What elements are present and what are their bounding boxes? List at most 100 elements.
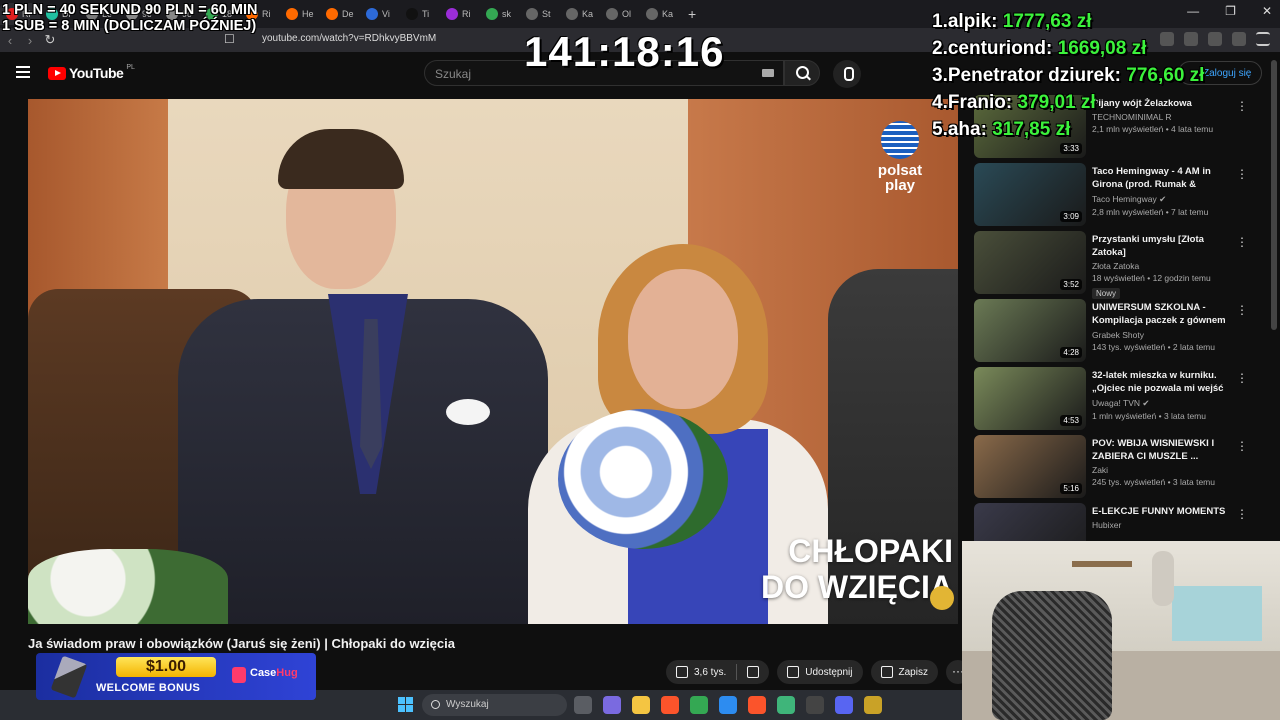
back-icon[interactable]: ‹ — [0, 33, 20, 48]
browser-tab[interactable]: Ka — [560, 3, 600, 25]
bookmark-icon[interactable]: ☐ — [224, 32, 235, 46]
channel-name[interactable]: Uwaga! TVN — [1092, 398, 1140, 408]
tab-label: Ri — [262, 9, 271, 19]
chrome-icon[interactable] — [690, 696, 708, 714]
video-title: Ja świadom praw i obowiązków (Jaruś się … — [28, 636, 455, 651]
recommended-video-title[interactable]: POV: WBIJA WISNIEWSKI I ZABIERA CI MUSZL… — [1092, 437, 1232, 463]
share-button[interactable]: Udostępnij — [777, 660, 863, 684]
browser-tab[interactable]: Ol — [600, 3, 640, 25]
kebab-menu-icon[interactable]: ⋮ — [1236, 303, 1248, 317]
recommended-video[interactable]: 3:52 Przystanki umysłu [Złota Zatoka] Złot… — [974, 231, 1254, 299]
file-explorer-icon[interactable] — [632, 696, 650, 714]
view-count: 2,8 mln wyświetleń • 7 lat temu — [1092, 207, 1209, 217]
recommended-video[interactable]: 5:16 POV: WBIJA WISNIEWSKI I ZABIERA CI M… — [974, 435, 1254, 499]
browser-tab[interactable]: He — [280, 3, 320, 25]
kebab-menu-icon[interactable]: ⋮ — [1236, 99, 1248, 113]
video-thumbnail[interactable] — [974, 503, 1086, 541]
recommended-video-title[interactable]: E-LEKCJE FUNNY MOMENTS — [1092, 505, 1232, 518]
kebab-menu-icon[interactable]: ⋮ — [1236, 167, 1248, 181]
voice-search-button[interactable] — [833, 60, 861, 88]
video-meta: E-LEKCJE FUNNY MOMENTS Hubixer — [1092, 505, 1232, 530]
browser-tab[interactable]: St — [520, 3, 560, 25]
browser-tab[interactable]: Ri — [440, 3, 480, 25]
recommended-video[interactable]: 3:09 Taco Hemingway - 4 AM in Girona (pro… — [974, 163, 1254, 227]
leaderboard-row: 1.alpik: 1777,63 zł — [932, 8, 1204, 35]
recommended-video[interactable]: 4:53 32-latek mieszka w kurniku. „Ojciec … — [974, 367, 1254, 431]
youtube-logo[interactable]: YouTube PL — [48, 64, 135, 81]
channel-row: Zaki — [1092, 465, 1232, 475]
channel-name[interactable]: Hubixer — [1092, 520, 1121, 530]
tab-label: Ka — [662, 9, 674, 19]
show-title-overlay: CHŁOPAKI DO WZIĘCIA — [733, 533, 953, 605]
store-icon[interactable] — [719, 696, 737, 714]
like-count: 3,6 tys. — [694, 666, 727, 678]
search-button[interactable] — [784, 60, 820, 86]
new-tab-button[interactable]: + — [688, 6, 696, 22]
windows-start-icon[interactable] — [398, 697, 413, 712]
app-icon[interactable] — [864, 696, 882, 714]
channel-name[interactable]: Taco Hemingway — [1092, 194, 1157, 204]
ad-banner[interactable]: $1.00 WELCOME BONUS CaseHug — [36, 653, 316, 700]
url-field[interactable]: youtube.com/watch?v=RDhkvyBBVmM — [262, 33, 436, 44]
kebab-menu-icon[interactable]: ⋮ — [1236, 439, 1248, 453]
donation-rules-overlay: 1 PLN = 40 SEKUND 90 PLN = 60 MIN 1 SUB … — [2, 2, 257, 34]
channel-name[interactable]: Zaki — [1092, 465, 1108, 475]
extension-icon[interactable] — [1208, 32, 1222, 46]
video-thumbnail[interactable]: 4:28 — [974, 299, 1086, 362]
recommended-video[interactable]: E-LEKCJE FUNNY MOMENTS Hubixer ⋮ — [974, 503, 1254, 541]
video-actions: 3,6 tys. Udostępnij Zapisz ··· — [666, 660, 970, 684]
recommended-video-title[interactable]: UNIWERSUM SZKOLNA - Kompilacja paczek z … — [1092, 301, 1232, 328]
recommended-video-title[interactable]: Przystanki umysłu [Złota Zatoka] — [1092, 233, 1232, 259]
kebab-menu-icon[interactable]: ⋮ — [1236, 507, 1248, 521]
channel-watermark: polsat play — [870, 121, 930, 193]
extension-icon[interactable] — [1232, 32, 1246, 46]
video-duration: 4:53 — [1060, 415, 1082, 426]
scene-boutonniere — [446, 399, 490, 425]
video-thumbnail[interactable]: 4:53 — [974, 367, 1086, 430]
notes-icon[interactable] — [777, 696, 795, 714]
forward-icon[interactable]: › — [20, 33, 40, 48]
webcam-overlay — [962, 541, 1280, 720]
browser-tab[interactable]: De — [320, 3, 360, 25]
reload-icon[interactable]: ↻ — [40, 32, 60, 48]
video-thumbnail[interactable]: 3:52 — [974, 231, 1086, 294]
brave-active-icon[interactable] — [748, 696, 766, 714]
tab-favicon-icon — [446, 8, 458, 20]
channel-row: Hubixer — [1092, 520, 1232, 530]
ad-brand: CaseHug — [250, 667, 298, 679]
save-button[interactable]: Zapisz — [870, 660, 938, 684]
keyboard-icon[interactable] — [762, 69, 774, 77]
copilot-icon[interactable] — [603, 696, 621, 714]
brave-icon[interactable] — [661, 696, 679, 714]
recommended-video[interactable]: 4:28 UNIWERSUM SZKOLNA - Kompilacja pacze… — [974, 299, 1254, 363]
browser-tab[interactable]: Ka — [640, 3, 680, 25]
donor-name: 4.Franio: — [932, 92, 1013, 113]
hamburger-menu-icon[interactable] — [16, 66, 30, 78]
channel-name[interactable]: Złota Zatoka — [1092, 261, 1139, 271]
browser-tab[interactable]: sk — [480, 3, 520, 25]
kebab-menu-icon[interactable]: ⋮ — [1236, 235, 1248, 249]
donation-amount: 379,01 zł — [1017, 92, 1096, 113]
video-thumbnail[interactable]: 3:09 — [974, 163, 1086, 226]
dislike-button[interactable] — [737, 660, 769, 684]
maximize-icon[interactable]: ❐ — [1225, 4, 1236, 18]
page-scrollbar[interactable] — [1271, 60, 1277, 330]
discord-icon[interactable] — [835, 696, 853, 714]
video-meta: Przystanki umysłu [Złota Zatoka] Złota Za… — [1092, 233, 1232, 301]
task-view-icon[interactable] — [574, 696, 592, 714]
recommended-video-title[interactable]: 32-latek mieszka w kurniku. „Ojciec nie … — [1092, 369, 1232, 396]
video-player[interactable]: polsat play CHŁOPAKI DO WZIĘCIA — [28, 99, 958, 624]
channel-name[interactable]: Grabek Shoty — [1092, 330, 1144, 340]
recommended-video-title[interactable]: Taco Hemingway - 4 AM in Girona (prod. R… — [1092, 165, 1232, 192]
like-button[interactable]: 3,6 tys. — [666, 660, 736, 684]
video-meta: UNIWERSUM SZKOLNA - Kompilacja paczek z … — [1092, 301, 1232, 352]
kebab-menu-icon[interactable]: ⋮ — [1236, 371, 1248, 385]
obs-icon[interactable] — [806, 696, 824, 714]
taskbar-search-input[interactable]: Wyszukaj — [422, 694, 567, 716]
close-icon[interactable]: ✕ — [1262, 4, 1272, 18]
browser-tab[interactable]: Ti — [400, 3, 440, 25]
browser-tab[interactable]: Vi — [360, 3, 400, 25]
video-thumbnail[interactable]: 5:16 — [974, 435, 1086, 498]
browser-menu-icon[interactable] — [1256, 32, 1270, 46]
tab-favicon-icon — [526, 8, 538, 20]
